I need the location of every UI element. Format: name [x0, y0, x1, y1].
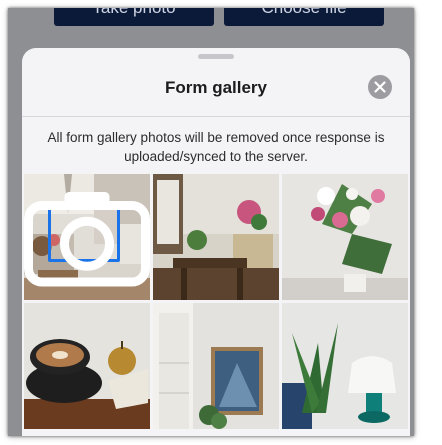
photo-thumbnail-2[interactable]: [153, 174, 279, 300]
photo-thumbnail-6[interactable]: [282, 303, 408, 429]
photo-image: [24, 303, 150, 429]
sheet-header: Form gallery: [22, 60, 410, 117]
close-x-icon: [374, 81, 386, 93]
sheet-title: Form gallery: [164, 78, 268, 97]
camera-icon: [24, 192, 150, 287]
photo-image: [153, 303, 279, 429]
choose-file-button[interactable]: Choose file: [224, 8, 384, 26]
removal-notice: All form gallery photos will be removed …: [47, 130, 385, 164]
photo-thumbnail-1[interactable]: [24, 174, 150, 300]
close-button[interactable]: [368, 75, 392, 99]
sheet-grabber-handle[interactable]: [198, 54, 234, 59]
photo-image: [282, 174, 408, 300]
photo-thumbnail-5[interactable]: [153, 303, 279, 429]
photo-thumbnail-3[interactable]: [282, 174, 408, 300]
photo-image: [153, 174, 279, 300]
form-gallery-sheet: Form gallery All form gallery photos wil…: [22, 48, 410, 436]
photo-thumbnail-4[interactable]: [24, 303, 150, 429]
photo-image: [282, 303, 408, 429]
photo-grid: [24, 174, 408, 429]
take-photo-button[interactable]: Take photo: [54, 8, 214, 26]
device-screen: Take photo Choose file Form gallery All …: [8, 8, 414, 436]
